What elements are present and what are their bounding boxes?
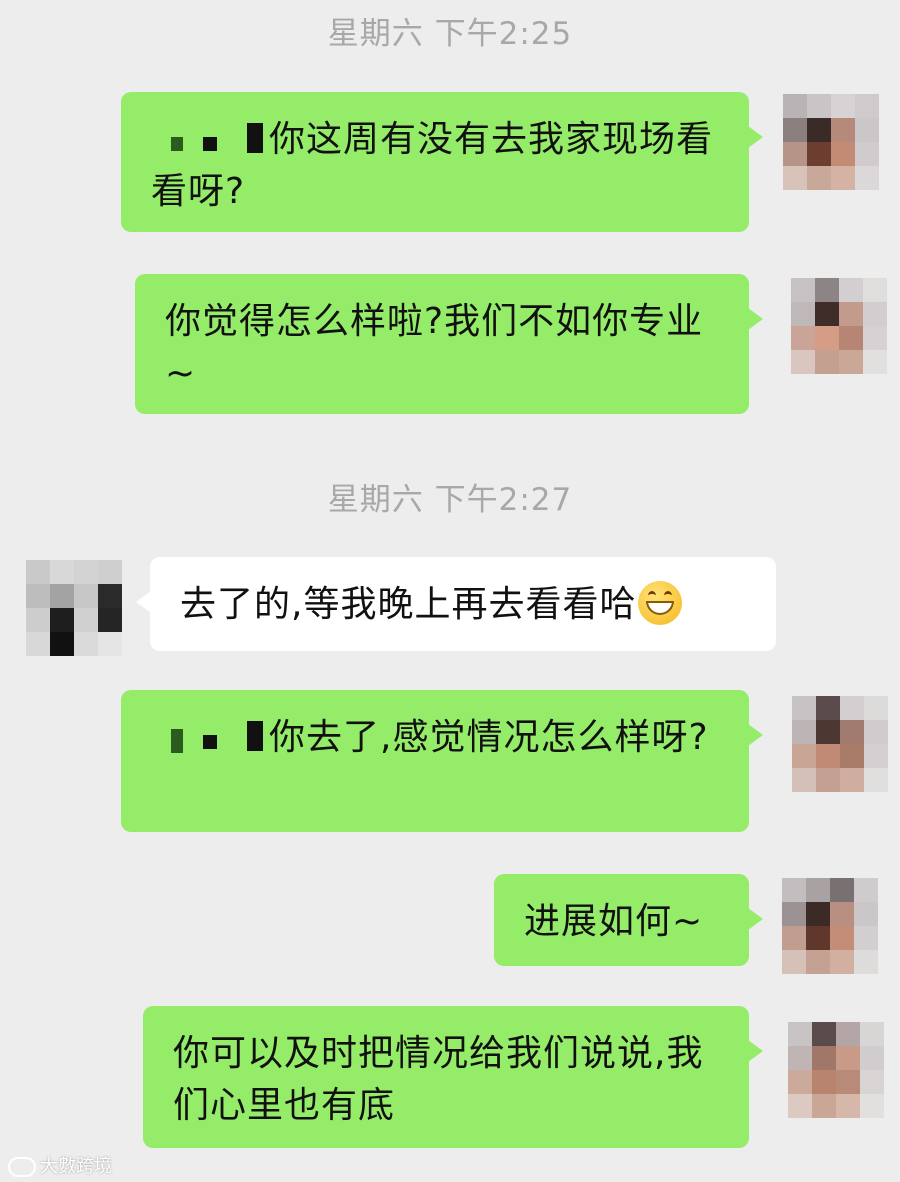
user-avatar[interactable] — [782, 878, 878, 974]
message-bubble-outgoing[interactable]: 进展如何~ — [494, 874, 763, 966]
user-avatar[interactable] — [783, 94, 879, 190]
avatar-pixelated — [782, 878, 878, 974]
contact-avatar[interactable] — [26, 560, 122, 656]
watermark: 大數跨境 — [8, 1152, 112, 1178]
message-text: 你去了,感觉情况怎么样呀? — [269, 717, 709, 758]
chat-window: 星期六 下午2:25 你这周有没有去我家现场看看呀? 你觉得怎么样啦?我们不如你… — [0, 0, 900, 1182]
avatar-pixelated — [791, 278, 887, 374]
message-bubble-outgoing[interactable]: 你去了,感觉情况怎么样呀? — [121, 690, 763, 832]
grin-emoji-icon — [638, 581, 683, 625]
avatar-pixelated — [783, 94, 879, 190]
message-text: 去了的,等我晚上再去看看哈 — [180, 584, 637, 625]
timestamp: 星期六 下午2:25 — [327, 16, 573, 52]
message-text: 你可以及时把情况给我们说说,我们心里也有底 — [173, 1033, 704, 1126]
avatar-pixelated — [26, 560, 122, 656]
avatar-pixelated — [788, 1022, 884, 1118]
avatar-pixelated — [792, 696, 888, 792]
message-bubble-outgoing[interactable]: 你觉得怎么样啦?我们不如你专业~ — [135, 274, 763, 414]
redacted-name — [151, 123, 269, 159]
user-avatar[interactable] — [788, 1022, 884, 1118]
user-avatar[interactable] — [791, 278, 887, 374]
message-bubble-incoming[interactable]: 去了的,等我晚上再去看看哈 — [136, 557, 776, 651]
redacted-name — [151, 721, 269, 757]
timestamp: 星期六 下午2:27 — [327, 482, 573, 518]
message-text: 进展如何~ — [524, 901, 704, 942]
message-bubble-outgoing[interactable]: 你这周有没有去我家现场看看呀? — [121, 92, 763, 232]
watermark-logo-icon — [8, 1157, 36, 1177]
message-text: 你觉得怎么样啦?我们不如你专业~ — [165, 301, 704, 394]
watermark-text: 大數跨境 — [40, 1156, 112, 1177]
message-bubble-outgoing[interactable]: 你可以及时把情况给我们说说,我们心里也有底 — [143, 1006, 763, 1148]
user-avatar[interactable] — [792, 696, 888, 792]
